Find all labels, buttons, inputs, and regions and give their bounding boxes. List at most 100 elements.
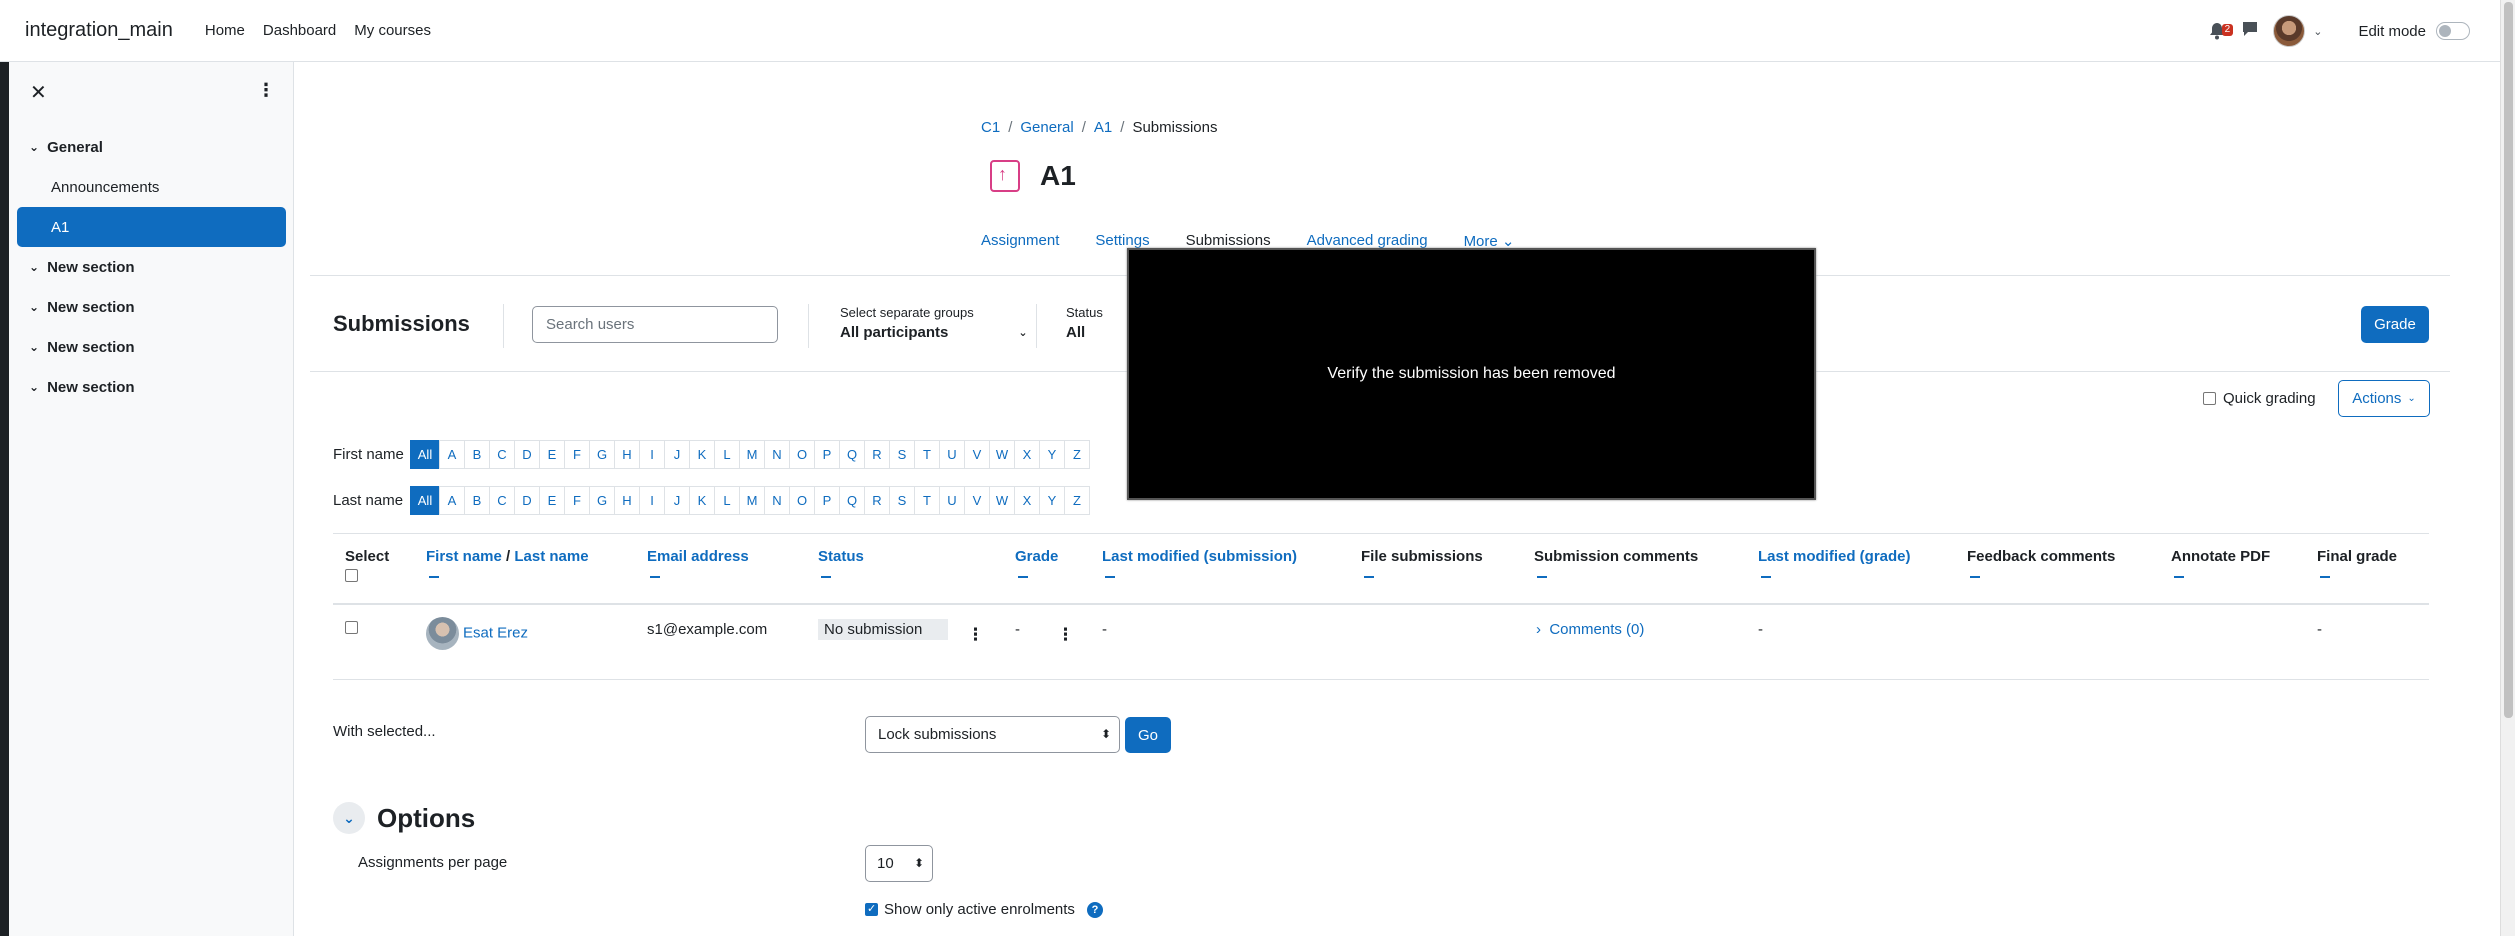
initial-letter[interactable]: G (589, 486, 615, 515)
initial-letter[interactable]: A (439, 440, 465, 469)
status-filter[interactable]: Status All (1066, 305, 1103, 341)
initial-letter[interactable]: N (764, 440, 790, 469)
initial-letter[interactable]: A (439, 486, 465, 515)
initial-letter[interactable]: U (939, 440, 965, 469)
collapse-column-icon[interactable] (1537, 576, 1547, 578)
user-avatar[interactable] (2273, 15, 2306, 47)
nav-dashboard[interactable]: Dashboard (263, 22, 336, 39)
chevron-down-icon[interactable]: ⌄ (2313, 25, 2322, 38)
initial-letter[interactable]: E (539, 486, 565, 515)
sort-email[interactable]: Email address (647, 548, 749, 565)
chevron-down-icon[interactable]: ⌄ (29, 300, 39, 314)
collapse-column-icon[interactable] (1364, 576, 1374, 578)
collapse-column-icon[interactable] (1761, 576, 1771, 578)
row-select-checkbox[interactable] (345, 621, 358, 634)
initial-letter[interactable]: R (864, 486, 890, 515)
section-new-2[interactable]: ⌄ New section (9, 287, 294, 327)
section-new-4[interactable]: ⌄ New section (9, 367, 294, 407)
initial-letter[interactable]: T (914, 440, 940, 469)
activity-a1[interactable]: A1 (17, 207, 286, 247)
grade-actions-kebab-icon[interactable]: ⋮ (1057, 625, 1074, 645)
actions-button[interactable]: Actions ⌄ (2338, 380, 2430, 417)
help-icon[interactable]: ? (1086, 901, 1103, 918)
sort-last-modified-submission[interactable]: Last modified (submission) (1102, 548, 1297, 565)
nav-my-courses[interactable]: My courses (354, 22, 431, 39)
initial-letter[interactable]: I (639, 440, 665, 469)
initial-letter[interactable]: P (814, 486, 840, 515)
initial-letter[interactable]: Z (1064, 486, 1090, 515)
initial-letter[interactable]: C (489, 486, 515, 515)
initial-letter[interactable]: Q (839, 440, 865, 469)
messages-icon[interactable] (2241, 21, 2259, 41)
chevron-down-icon[interactable]: ⌄ (29, 380, 39, 394)
initial-all[interactable]: All (410, 486, 440, 515)
initial-letter[interactable]: H (614, 486, 640, 515)
active-enrolments-checkbox[interactable] (865, 902, 878, 916)
initial-letter[interactable]: F (564, 486, 590, 515)
initial-letter[interactable]: M (739, 486, 765, 515)
initial-letter[interactable]: E (539, 440, 565, 469)
initial-letter[interactable]: J (664, 440, 690, 469)
collapse-column-icon[interactable] (1970, 576, 1980, 578)
comments-link[interactable]: Comments (0) (1549, 621, 1644, 638)
select-all-checkbox[interactable] (345, 569, 358, 582)
initial-letter[interactable]: H (614, 440, 640, 469)
user-name-link[interactable]: Esat Erez (463, 624, 528, 641)
initial-letter[interactable]: I (639, 486, 665, 515)
initial-letter[interactable]: W (989, 486, 1015, 515)
section-general[interactable]: ⌄ General (9, 127, 294, 167)
tab-assignment[interactable]: Assignment (981, 232, 1059, 260)
notification-bell-icon[interactable]: 2 (2209, 22, 2234, 40)
initial-letter[interactable]: P (814, 440, 840, 469)
breadcrumb-general[interactable]: General (1020, 119, 1073, 136)
initial-letter[interactable]: S (889, 440, 915, 469)
sort-grade[interactable]: Grade (1015, 548, 1058, 565)
initial-letter[interactable]: Y (1039, 440, 1065, 469)
go-button[interactable]: Go (1125, 717, 1171, 753)
sort-last-modified-grade[interactable]: Last modified (grade) (1758, 548, 1911, 565)
initial-letter[interactable]: B (464, 486, 490, 515)
activity-announcements[interactable]: Announcements (9, 167, 294, 207)
initial-letter[interactable]: X (1014, 486, 1040, 515)
initial-letter[interactable]: D (514, 440, 540, 469)
quick-grading-toggle[interactable]: Quick grading (2203, 390, 2316, 407)
grade-button[interactable]: Grade (2361, 306, 2429, 343)
sort-first-name[interactable]: First name (426, 548, 502, 565)
chevron-down-icon[interactable]: ⌄ (333, 802, 365, 834)
nav-home[interactable]: Home (205, 22, 245, 39)
chevron-down-icon[interactable]: ⌄ (29, 340, 39, 354)
section-new-1[interactable]: ⌄ New section (9, 247, 294, 287)
initial-letter[interactable]: O (789, 486, 815, 515)
initial-letter[interactable]: B (464, 440, 490, 469)
initial-letter[interactable]: U (939, 486, 965, 515)
initial-letter[interactable]: F (564, 440, 590, 469)
initial-letter[interactable]: G (589, 440, 615, 469)
initial-letter[interactable]: T (914, 486, 940, 515)
initial-letter[interactable]: X (1014, 440, 1040, 469)
initial-letter[interactable]: W (989, 440, 1015, 469)
section-new-3[interactable]: ⌄ New section (9, 327, 294, 367)
groups-dropdown[interactable]: Select separate groups All participants … (840, 305, 1028, 341)
search-input[interactable]: Search users (532, 306, 778, 343)
bulk-operation-select[interactable]: Lock submissions (865, 716, 1120, 753)
collapse-column-icon[interactable] (2174, 576, 2184, 578)
breadcrumb-c1[interactable]: C1 (981, 119, 1000, 136)
sort-last-name[interactable]: Last name (514, 548, 588, 565)
initial-letter[interactable]: C (489, 440, 515, 469)
initial-letter[interactable]: L (714, 440, 740, 469)
initial-letter[interactable]: R (864, 440, 890, 469)
initial-letter[interactable]: K (689, 486, 715, 515)
collapse-column-icon[interactable] (2320, 576, 2330, 578)
edit-mode-toggle[interactable] (2436, 22, 2470, 40)
collapse-column-icon[interactable] (1018, 576, 1028, 578)
per-page-select[interactable]: 10 (865, 845, 933, 882)
collapse-column-icon[interactable] (821, 576, 831, 578)
scrollbar-thumb[interactable] (2504, 2, 2513, 718)
initial-letter[interactable]: V (964, 440, 990, 469)
initial-letter[interactable]: N (764, 486, 790, 515)
collapse-column-icon[interactable] (1105, 576, 1115, 578)
initial-all[interactable]: All (410, 440, 440, 469)
kebab-menu-icon[interactable]: ⋮ (257, 80, 275, 101)
initial-letter[interactable]: Q (839, 486, 865, 515)
sort-status[interactable]: Status (818, 548, 864, 565)
